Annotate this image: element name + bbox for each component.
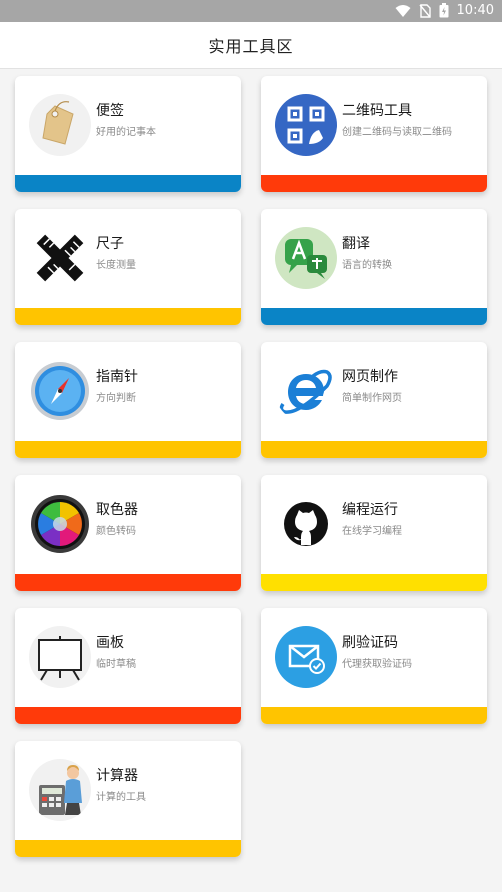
qr-code-icon (275, 94, 337, 156)
card-color-bar (15, 707, 241, 724)
tool-desc: 方向判断 (96, 393, 136, 404)
tool-card-ruler[interactable]: 尺子 长度测量 (15, 209, 241, 325)
tool-card-qr-code[interactable]: 二维码工具 创建二维码与读取二维码 (261, 76, 487, 192)
tool-name: 翻译 (342, 236, 370, 252)
tool-desc: 创建二维码与读取二维码 (342, 127, 452, 138)
no-sim-icon (418, 3, 431, 18)
tool-name: 网页制作 (342, 369, 398, 385)
page-title: 实用工具区 (208, 37, 294, 56)
tool-desc: 代理获取验证码 (342, 659, 412, 670)
tool-card-compass[interactable]: 指南针 方向判断 (15, 342, 241, 458)
card-color-bar (15, 175, 241, 192)
tool-name: 二维码工具 (342, 103, 412, 119)
calculator-icon (29, 759, 91, 821)
tool-card-calculator[interactable]: 计算器 计算的工具 (15, 741, 241, 857)
color-picker-icon (29, 493, 91, 555)
wifi-icon (395, 4, 411, 17)
tool-name: 计算器 (96, 768, 138, 784)
tool-desc: 好用的记事本 (96, 127, 156, 138)
price-tag-icon (29, 94, 91, 156)
tool-desc: 计算的工具 (96, 792, 146, 803)
tool-card-web-design[interactable]: 网页制作 简单制作网页 (261, 342, 487, 458)
status-time: 10:40 (456, 3, 494, 18)
card-color-bar (15, 441, 241, 458)
tool-name: 便签 (96, 103, 124, 119)
tool-desc: 在线学习编程 (342, 526, 402, 537)
card-color-bar (261, 441, 487, 458)
tool-name: 尺子 (96, 236, 124, 252)
tool-name: 取色器 (96, 502, 138, 518)
tool-name: 指南针 (96, 369, 138, 385)
card-color-bar (15, 840, 241, 857)
card-color-bar (261, 308, 487, 325)
tool-name: 刷验证码 (342, 635, 398, 651)
translate-icon (275, 227, 337, 289)
card-color-bar (261, 707, 487, 724)
mail-check-icon (275, 626, 337, 688)
status-icons: 10:40 (395, 3, 494, 18)
card-color-bar (261, 175, 487, 192)
tool-card-verification-code[interactable]: 刷验证码 代理获取验证码 (261, 608, 487, 724)
tool-card-color-picker[interactable]: 取色器 颜色转码 (15, 475, 241, 591)
tool-desc: 临时草稿 (96, 659, 136, 670)
tool-desc: 简单制作网页 (342, 393, 402, 404)
tool-card-coding[interactable]: 编程运行 在线学习编程 (261, 475, 487, 591)
tool-desc: 颜色转码 (96, 526, 136, 537)
tool-card-translate[interactable]: 翻译 语言的转换 (261, 209, 487, 325)
tool-card-drawing-board[interactable]: 画板 临时草稿 (15, 608, 241, 724)
tool-name: 编程运行 (342, 502, 398, 518)
tool-desc: 长度测量 (96, 260, 136, 271)
status-bar: 10:40 (0, 0, 502, 22)
easel-icon (29, 626, 91, 688)
github-icon (275, 493, 337, 555)
app-bar: 实用工具区 (0, 22, 502, 69)
internet-explorer-icon (275, 360, 337, 422)
card-color-bar (261, 574, 487, 591)
tool-desc: 语言的转换 (342, 260, 392, 271)
battery-icon (439, 3, 449, 18)
ruler-icon (29, 227, 91, 289)
compass-icon (29, 360, 91, 422)
card-color-bar (15, 308, 241, 325)
tool-card-notepad[interactable]: 便签 好用的记事本 (15, 76, 241, 192)
card-color-bar (15, 574, 241, 591)
tool-name: 画板 (96, 635, 124, 651)
